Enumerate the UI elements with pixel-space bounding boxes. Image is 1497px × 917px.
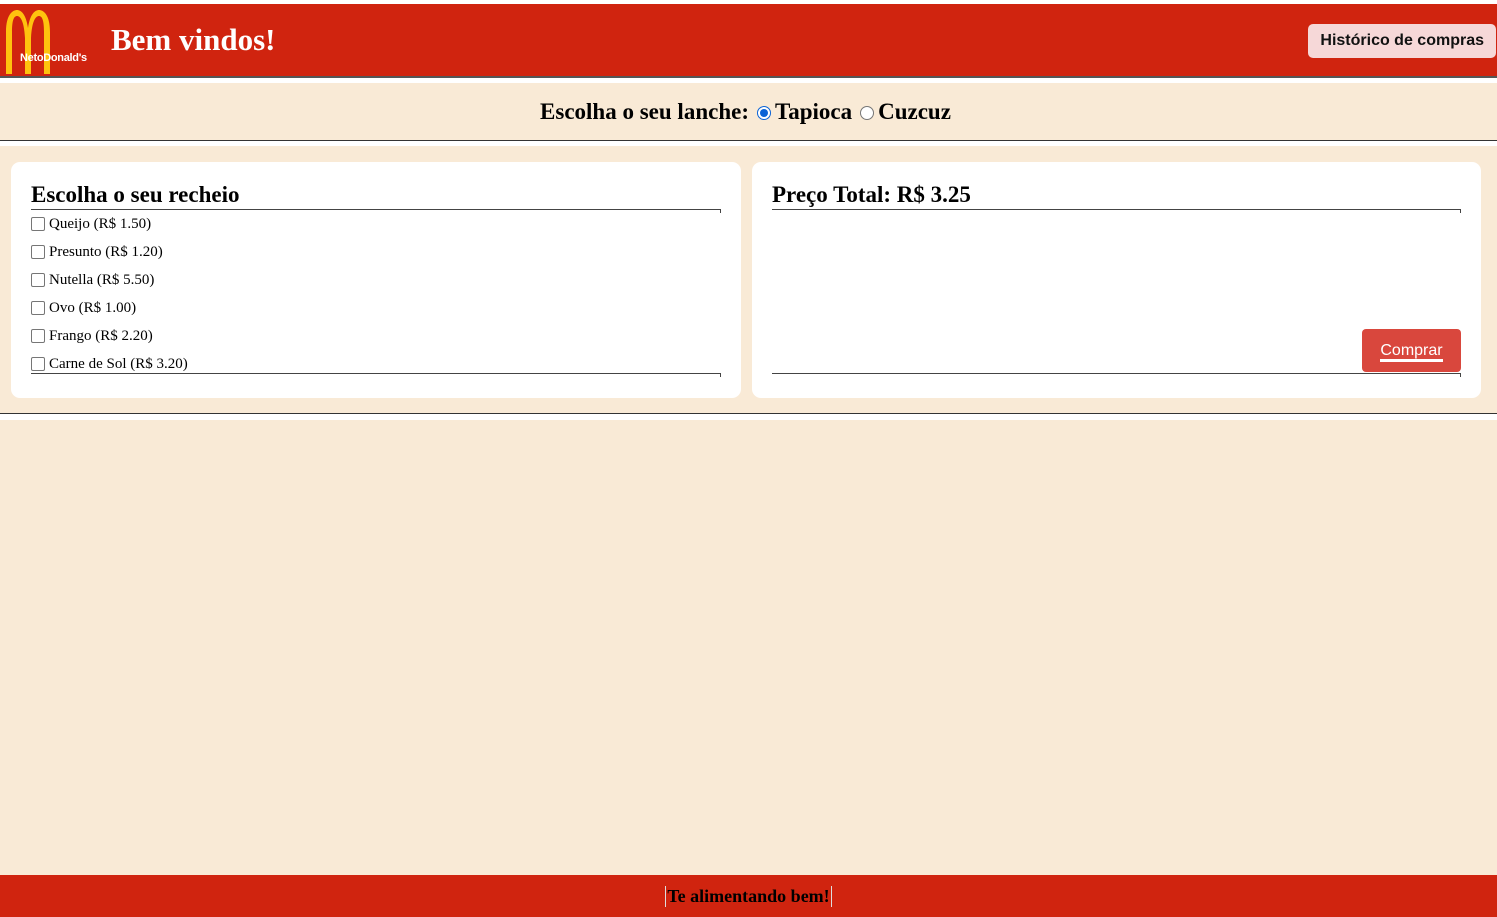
snack-option-label: Tapioca: [774, 98, 853, 124]
divider: [31, 373, 721, 377]
buy-button-label: Comprar: [1380, 341, 1443, 362]
queijo-checkbox[interactable]: [31, 217, 45, 231]
snack-option-label: Cuzcuz: [878, 98, 951, 124]
filling-item-carne-de-sol[interactable]: Carne de Sol (R$ 3.20): [31, 356, 721, 384]
snack-option-tapioca[interactable]: Tapioca: [755, 99, 852, 125]
fillings-panel: Escolha o seu recheio Queijo (R$ 1.50) P…: [11, 162, 741, 398]
filling-label: Ovo (R$ 1.00): [49, 300, 137, 316]
nutella-checkbox[interactable]: [31, 273, 45, 287]
fillings-title: Escolha o seu recheio: [31, 182, 240, 207]
tapioca-radio[interactable]: [756, 105, 771, 120]
buy-button[interactable]: Comprar: [1362, 329, 1461, 372]
total-panel: Preço Total: R$ 3.25 Comprar: [752, 162, 1481, 398]
filling-item-ovo[interactable]: Ovo (R$ 1.00): [31, 300, 721, 328]
snack-option-cuzcuz[interactable]: Cuzcuz: [858, 99, 951, 125]
header-bar: NetoDonald's Bem vindos! Histórico de co…: [0, 4, 1497, 78]
filling-item-nutella[interactable]: Nutella (R$ 5.50): [31, 272, 721, 300]
divider: [0, 414, 1497, 420]
footer-text: Te alimentando bem!: [665, 885, 832, 907]
divider: [772, 209, 1461, 213]
filling-item-frango[interactable]: Frango (R$ 2.20): [31, 328, 721, 356]
presunto-checkbox[interactable]: [31, 245, 45, 259]
filling-label: Presunto (R$ 1.20): [49, 244, 163, 260]
ovo-checkbox[interactable]: [31, 301, 45, 315]
page-title: Bem vindos!: [111, 22, 276, 57]
filling-label: Queijo (R$ 1.50): [49, 216, 152, 232]
carne-de-sol-checkbox[interactable]: [31, 357, 45, 371]
snack-choice: Escolha o seu lanche: Tapioca Cuzcuz: [0, 83, 1497, 141]
filling-label: Nutella (R$ 5.50): [49, 272, 155, 288]
divider: [772, 373, 1461, 377]
filling-item-queijo[interactable]: Queijo (R$ 1.50): [31, 216, 721, 244]
total-price: Preço Total: R$ 3.25: [772, 182, 971, 207]
netodonalds-logo[interactable]: NetoDonald's: [4, 8, 94, 74]
fillings-list: Queijo (R$ 1.50) Presunto (R$ 1.20) Nute…: [31, 216, 721, 384]
divider: [31, 209, 721, 213]
filling-item-presunto[interactable]: Presunto (R$ 1.20): [31, 244, 721, 272]
filling-label: Carne de Sol (R$ 3.20): [49, 356, 188, 372]
golden-arches-icon: [6, 10, 50, 74]
footer-bar: Te alimentando bem!: [0, 875, 1497, 917]
snack-question: Escolha o seu lanche:: [540, 98, 749, 124]
divider: [0, 141, 1497, 146]
cuzcuz-radio[interactable]: [860, 105, 875, 120]
purchase-history-button[interactable]: Histórico de compras: [1308, 24, 1496, 58]
logo-text: NetoDonald's: [20, 52, 87, 64]
frango-checkbox[interactable]: [31, 329, 45, 343]
filling-label: Frango (R$ 2.20): [49, 328, 153, 344]
